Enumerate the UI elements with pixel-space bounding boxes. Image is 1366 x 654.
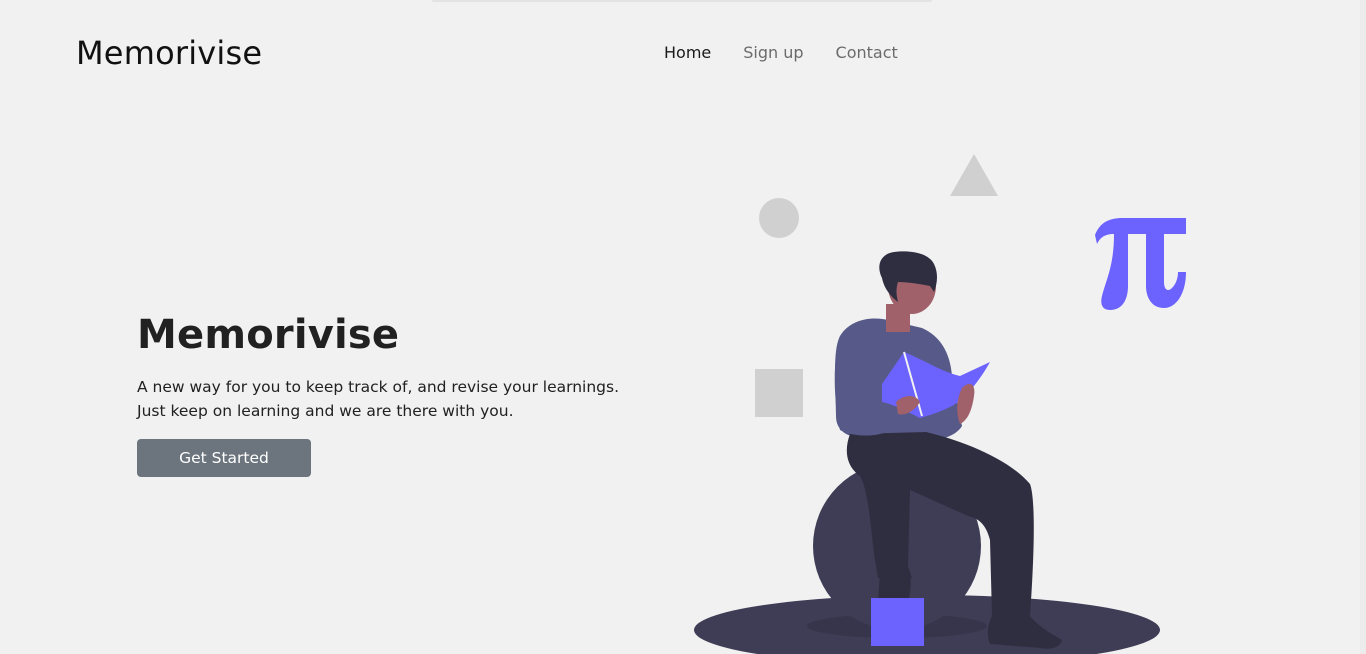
nav-sign-up[interactable]: Sign up [743,42,803,64]
accent-block [871,598,924,646]
get-started-button[interactable]: Get Started [137,439,311,477]
reading-person-illustration [694,154,1186,654]
pi-icon [1095,218,1186,310]
triangle-shape [950,154,998,196]
scrollbar-track[interactable] [1360,0,1366,654]
circle-shape [759,198,799,238]
top-edge-shadow [432,0,932,2]
page: Memorivise Home Sign up Contact Memorivi… [0,0,1366,654]
hero-description-line-1: A new way for you to keep track of, and … [137,378,620,396]
hero-description-line-2: Just keep on learning and we are there w… [137,402,514,420]
hero-title: Memorivise [137,312,400,358]
hero-description: A new way for you to keep track of, and … [137,375,657,423]
nav-home[interactable]: Home [664,42,711,64]
brand-logo[interactable]: Memorivise [76,31,262,75]
square-shape [755,369,803,417]
nav-contact[interactable]: Contact [836,42,898,64]
main-nav: Home Sign up Contact [664,42,930,64]
